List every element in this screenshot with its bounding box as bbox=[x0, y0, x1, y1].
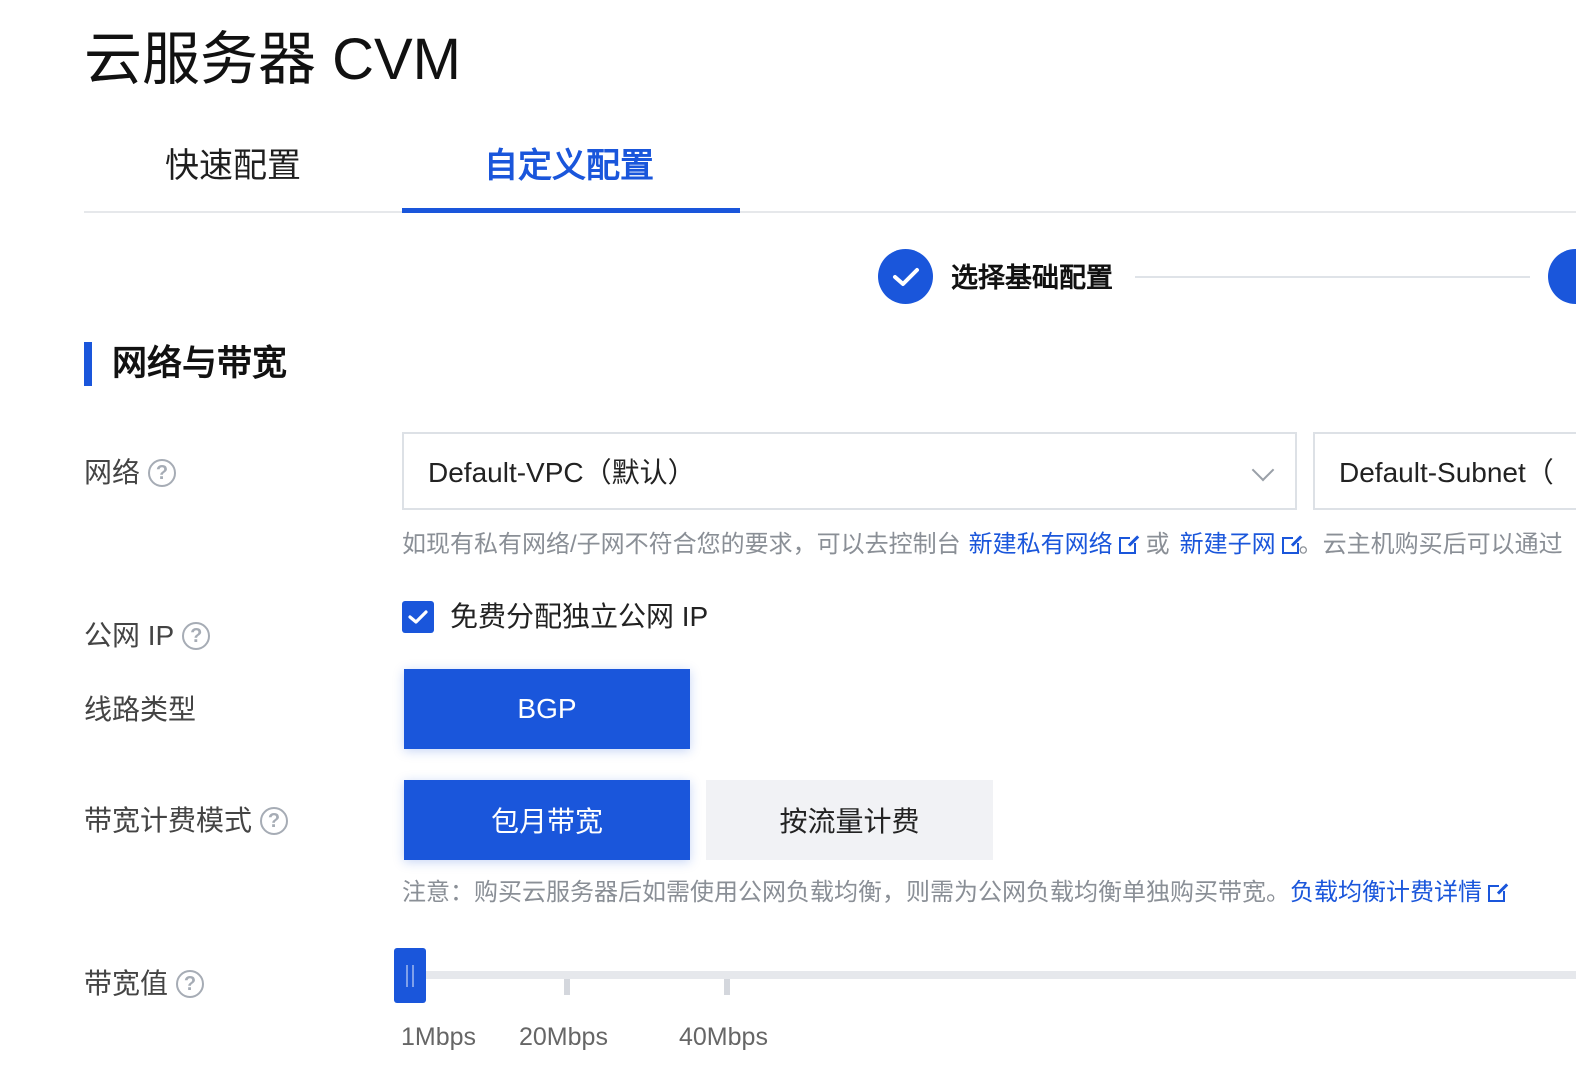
new-vpc-link-text: 新建私有网络 bbox=[968, 531, 1113, 558]
bandwidth-label-text: 带宽值 bbox=[84, 968, 169, 999]
tick-label-20mbps: 20Mbps bbox=[519, 1023, 608, 1051]
external-link-icon bbox=[1118, 533, 1139, 554]
tab-custom-config[interactable]: 自定义配置 bbox=[484, 140, 654, 192]
bandwidth-slider-handle[interactable] bbox=[394, 948, 426, 1003]
billing-note: 注意：购买云服务器后如需使用公网负载均衡，则需为公网负载均衡单独购买带宽。 负载… bbox=[402, 875, 1508, 911]
network-label-text: 网络 bbox=[84, 457, 141, 488]
tab-quick-config[interactable]: 快速配置 bbox=[165, 140, 301, 192]
step-done-icon bbox=[878, 249, 933, 304]
help-icon[interactable]: ? bbox=[148, 459, 177, 487]
subnet-select[interactable]: Default-Subnet（ bbox=[1313, 432, 1576, 510]
step-connector bbox=[1135, 276, 1530, 278]
public-ip-label-text: 公网 IP bbox=[84, 620, 175, 651]
active-tab-indicator bbox=[402, 208, 740, 213]
line-type-label: 线路类型 bbox=[84, 690, 196, 730]
new-subnet-link[interactable]: 新建子网 bbox=[1179, 527, 1302, 563]
network-hint-prefix: 如现有私有网络/子网不符合您的要求，可以去控制台 bbox=[402, 531, 961, 558]
grip-line bbox=[406, 964, 408, 987]
check-icon bbox=[892, 267, 919, 286]
public-ip-checkbox[interactable] bbox=[402, 601, 434, 633]
help-icon[interactable]: ? bbox=[176, 970, 205, 998]
grip-line bbox=[412, 964, 414, 987]
lb-billing-link-text: 负载均衡计费详情 bbox=[1290, 879, 1482, 906]
bandwidth-slider-track[interactable] bbox=[402, 971, 1576, 979]
public-ip-label: 公网 IP ? bbox=[84, 616, 211, 656]
checkmark-icon bbox=[408, 610, 428, 624]
line-type-label-text: 线路类型 bbox=[84, 694, 197, 725]
slider-tick-20 bbox=[564, 979, 570, 995]
help-icon[interactable]: ? bbox=[260, 807, 289, 835]
section-title: 网络与带宽 bbox=[112, 344, 288, 383]
network-hint-or: 或 bbox=[1145, 531, 1170, 558]
help-icon[interactable]: ? bbox=[182, 622, 211, 650]
network-hint-suffix: 。云主机购买后可以通过 bbox=[1298, 531, 1563, 558]
vpc-select-value: Default-VPC（默认） bbox=[428, 457, 696, 488]
section-accent-bar bbox=[84, 342, 92, 386]
step-next-icon bbox=[1548, 249, 1576, 304]
step-label-basic-config: 选择基础配置 bbox=[951, 263, 1113, 293]
chevron-down-icon bbox=[1251, 458, 1275, 482]
billing-mode-label: 带宽计费模式 ? bbox=[84, 801, 289, 841]
tick-label-1mbps: 1Mbps bbox=[401, 1023, 477, 1051]
external-link-icon bbox=[1488, 881, 1508, 902]
line-type-bgp-button[interactable]: BGP bbox=[404, 669, 690, 749]
external-link-icon bbox=[1281, 533, 1302, 554]
page-title: 云服务器 CVM bbox=[84, 27, 462, 92]
lb-billing-link[interactable]: 负载均衡计费详情 bbox=[1290, 875, 1508, 911]
billing-traffic-button[interactable]: 按流量计费 bbox=[706, 780, 993, 860]
billing-mode-label-text: 带宽计费模式 bbox=[84, 805, 253, 836]
new-subnet-link-text: 新建子网 bbox=[1179, 531, 1276, 558]
new-vpc-link[interactable]: 新建私有网络 bbox=[968, 527, 1139, 563]
public-ip-checkbox-label[interactable]: 免费分配独立公网 IP bbox=[450, 597, 708, 637]
network-label: 网络 ? bbox=[84, 453, 177, 493]
bandwidth-label: 带宽值 ? bbox=[84, 964, 205, 1004]
vpc-select[interactable]: Default-VPC（默认） bbox=[402, 432, 1297, 510]
billing-monthly-button[interactable]: 包月带宽 bbox=[404, 780, 690, 860]
subnet-select-value: Default-Subnet（ bbox=[1339, 457, 1554, 488]
network-hint: 如现有私有网络/子网不符合您的要求，可以去控制台 新建私有网络 或 新建子网 。… bbox=[402, 527, 1563, 563]
slider-tick-40 bbox=[724, 979, 730, 995]
tick-label-40mbps: 40Mbps bbox=[679, 1023, 768, 1051]
billing-note-text: 注意：购买云服务器后如需使用公网负载均衡，则需为公网负载均衡单独购买带宽。 bbox=[402, 879, 1290, 906]
tabs-divider bbox=[84, 211, 1576, 213]
